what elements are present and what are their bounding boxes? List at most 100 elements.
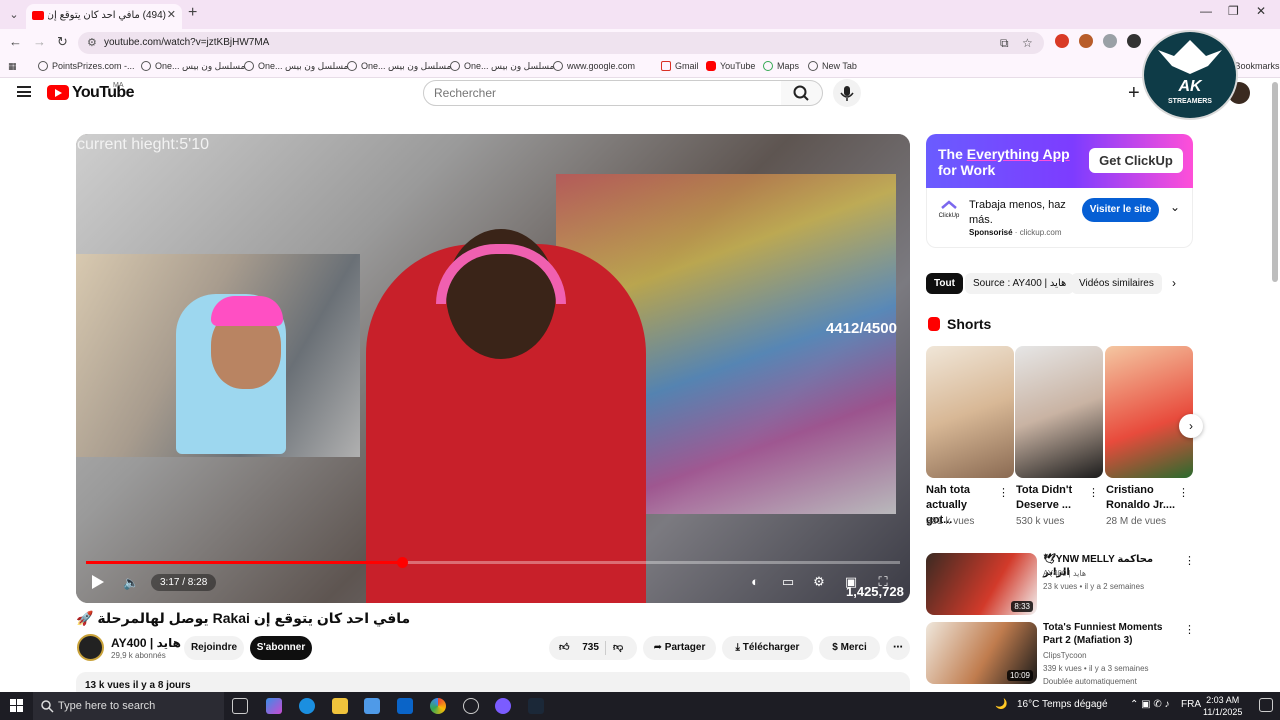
dislike-icon[interactable]: 👎︎ [613, 636, 623, 660]
fullscreen-icon[interactable]: ⛶ [874, 574, 892, 592]
forward-icon[interactable]: → [33, 34, 46, 49]
progress-scrubber[interactable] [396, 557, 408, 568]
share-button[interactable]: ➦ Partager [643, 636, 716, 660]
video-channel[interactable]: ClipsTycoon [1043, 651, 1087, 660]
search-box[interactable] [423, 80, 782, 106]
extension-icon[interactable] [1055, 34, 1069, 48]
page-scrollbar[interactable] [1272, 82, 1278, 282]
autoplay-toggle-icon[interactable]: ◐ [746, 574, 764, 592]
menu-icon[interactable] [17, 86, 31, 97]
volume-icon[interactable]: 🔈 [123, 575, 139, 591]
install-app-icon[interactable]: ⧉ [1000, 36, 1009, 51]
settings-gear-icon[interactable]: ⚙ [810, 574, 828, 592]
chevron-right-icon[interactable]: › [1172, 276, 1176, 290]
bookmark-item[interactable]: YouTube [706, 61, 755, 71]
extension-icon[interactable] [1127, 34, 1141, 48]
obs-icon[interactable] [495, 698, 511, 714]
video-thumbnail[interactable]: 10:09 [926, 622, 1037, 684]
video-channel[interactable]: AY400 | هايد [1043, 569, 1086, 578]
app-icon[interactable] [463, 698, 479, 714]
subscribe-button[interactable]: S'abonner [250, 636, 312, 660]
bookmark-item[interactable]: Gmail [661, 61, 699, 71]
more-vert-icon[interactable]: ⋮ [998, 486, 1009, 499]
chevron-down-icon[interactable]: ⌄ [1170, 200, 1180, 214]
system-tray-icons[interactable]: ⌃ ▣ ✆ ♪ [1130, 699, 1170, 710]
short-title[interactable]: Tota Didn't Deserve ... [1016, 483, 1086, 513]
channel-name[interactable]: AY400 | هايد [111, 636, 181, 650]
like-button[interactable]: 👍︎ 735 👎︎ [549, 636, 637, 660]
weather-text[interactable]: 16°C Temps dégagé [1017, 699, 1108, 710]
more-vert-icon[interactable]: ⋮ [1184, 623, 1195, 636]
video-title-link[interactable]: Tota's Funniest Moments Part 2 (Mafiatio… [1043, 621, 1179, 647]
tab-search-icon[interactable]: ⌄ [5, 6, 23, 24]
language-indicator[interactable]: FRA [1181, 699, 1201, 710]
shorts-next-icon[interactable]: › [1179, 414, 1203, 438]
steam-icon[interactable] [528, 698, 544, 714]
extension-icon[interactable] [1079, 34, 1093, 48]
bookmark-item[interactable]: Maps [763, 61, 799, 71]
chip-similar[interactable]: Vidéos similaires [1071, 273, 1162, 294]
site-info-icon[interactable]: ⚙ [87, 36, 97, 49]
progress-bar[interactable] [86, 557, 900, 568]
bookmark-item[interactable]: One... مسلسل ون بيس [244, 61, 348, 72]
ad-banner[interactable]: The Everything App for Work Get ClickUp [926, 134, 1193, 188]
channel-avatar[interactable] [77, 634, 104, 661]
edge-icon[interactable] [299, 698, 315, 714]
url-text[interactable]: youtube.com/watch?v=jztKBjHW7MA [104, 37, 269, 48]
search-button[interactable] [781, 80, 823, 106]
visit-site-button[interactable]: Visiter le site [1082, 198, 1159, 222]
bookmark-star-icon[interactable]: ☆ [1022, 36, 1033, 50]
chip-all[interactable]: Tout [926, 273, 963, 294]
apps-grid-icon[interactable]: ▦ [8, 61, 17, 72]
youtube-logo-text[interactable]: YouTube [72, 84, 134, 102]
bookmark-item[interactable]: One... مسلسل ون بيس [141, 61, 245, 72]
video-player[interactable]: current hieght:5'10 4412/4500 1,425,728 … [76, 134, 910, 603]
more-vert-icon[interactable]: ⋮ [1184, 554, 1195, 567]
task-view-icon[interactable] [232, 698, 248, 714]
thanks-button[interactable]: $ Merci [819, 636, 880, 660]
back-icon[interactable]: ← [9, 34, 22, 49]
search-input[interactable] [434, 86, 764, 100]
more-actions-icon[interactable]: ⋯ [886, 636, 910, 660]
short-thumbnail[interactable] [1105, 346, 1193, 478]
play-icon[interactable] [92, 575, 104, 589]
tab-close-icon[interactable]: ✕ [167, 8, 176, 21]
ad-cta-button[interactable]: Get ClickUp [1089, 148, 1183, 173]
voice-search-button[interactable] [833, 79, 861, 107]
join-button[interactable]: Rejoindre [184, 636, 244, 660]
reload-icon[interactable]: ↻ [57, 34, 68, 50]
outlook-icon[interactable] [397, 698, 413, 714]
new-tab-icon[interactable]: + [188, 4, 197, 22]
browser-tab[interactable]: (494) مافي احد كان يتوقع إن Rakai ✕ [26, 4, 182, 29]
short-thumbnail[interactable] [1015, 346, 1103, 478]
store-icon[interactable] [364, 698, 380, 714]
more-vert-icon[interactable]: ⋮ [1088, 486, 1099, 499]
file-explorer-icon[interactable] [332, 698, 348, 714]
create-icon[interactable]: + [1128, 82, 1140, 105]
address-bar[interactable]: ⚙ youtube.com/watch?v=jztKBjHW7MA ⧉ ☆ [78, 32, 1044, 54]
clock[interactable]: 2:03 AM 11/1/2025 [1203, 694, 1242, 718]
windows-start-icon[interactable] [10, 699, 23, 712]
bookmark-item[interactable]: www.google.com [553, 61, 635, 71]
bookmark-item[interactable]: One... مسلسل ون بيس [450, 61, 554, 72]
bookmark-item[interactable]: PointsPrizes.com -... [38, 61, 135, 71]
more-vert-icon[interactable]: ⋮ [1178, 486, 1189, 499]
short-thumbnail[interactable] [926, 346, 1014, 478]
weather-icon[interactable]: 🌙 [995, 699, 1007, 710]
short-title[interactable]: Cristiano Ronaldo Jr.... [1106, 483, 1176, 513]
close-window-icon[interactable]: ✕ [1256, 4, 1266, 18]
bookmark-item[interactable]: One... مسلسل ون بيس [347, 61, 451, 72]
chip-source[interactable]: Source : AY400 | هايد [965, 273, 1075, 294]
shield-extension-icon[interactable] [1103, 34, 1117, 48]
chrome-icon[interactable] [430, 698, 446, 714]
copilot-icon[interactable] [266, 698, 282, 714]
miniplayer-icon[interactable]: ▣ [842, 574, 860, 592]
youtube-logo-icon[interactable] [47, 85, 69, 100]
taskbar-search[interactable]: Type here to search [33, 692, 224, 720]
bookmark-item[interactable]: New Tab [808, 61, 857, 71]
download-button[interactable]: ⤓ Télécharger [722, 636, 813, 660]
restore-icon[interactable]: ❐ [1228, 4, 1239, 18]
subtitles-icon[interactable]: ▭ [779, 574, 797, 592]
minimize-icon[interactable]: — [1200, 4, 1212, 18]
video-thumbnail[interactable]: 8:33 [926, 553, 1037, 615]
